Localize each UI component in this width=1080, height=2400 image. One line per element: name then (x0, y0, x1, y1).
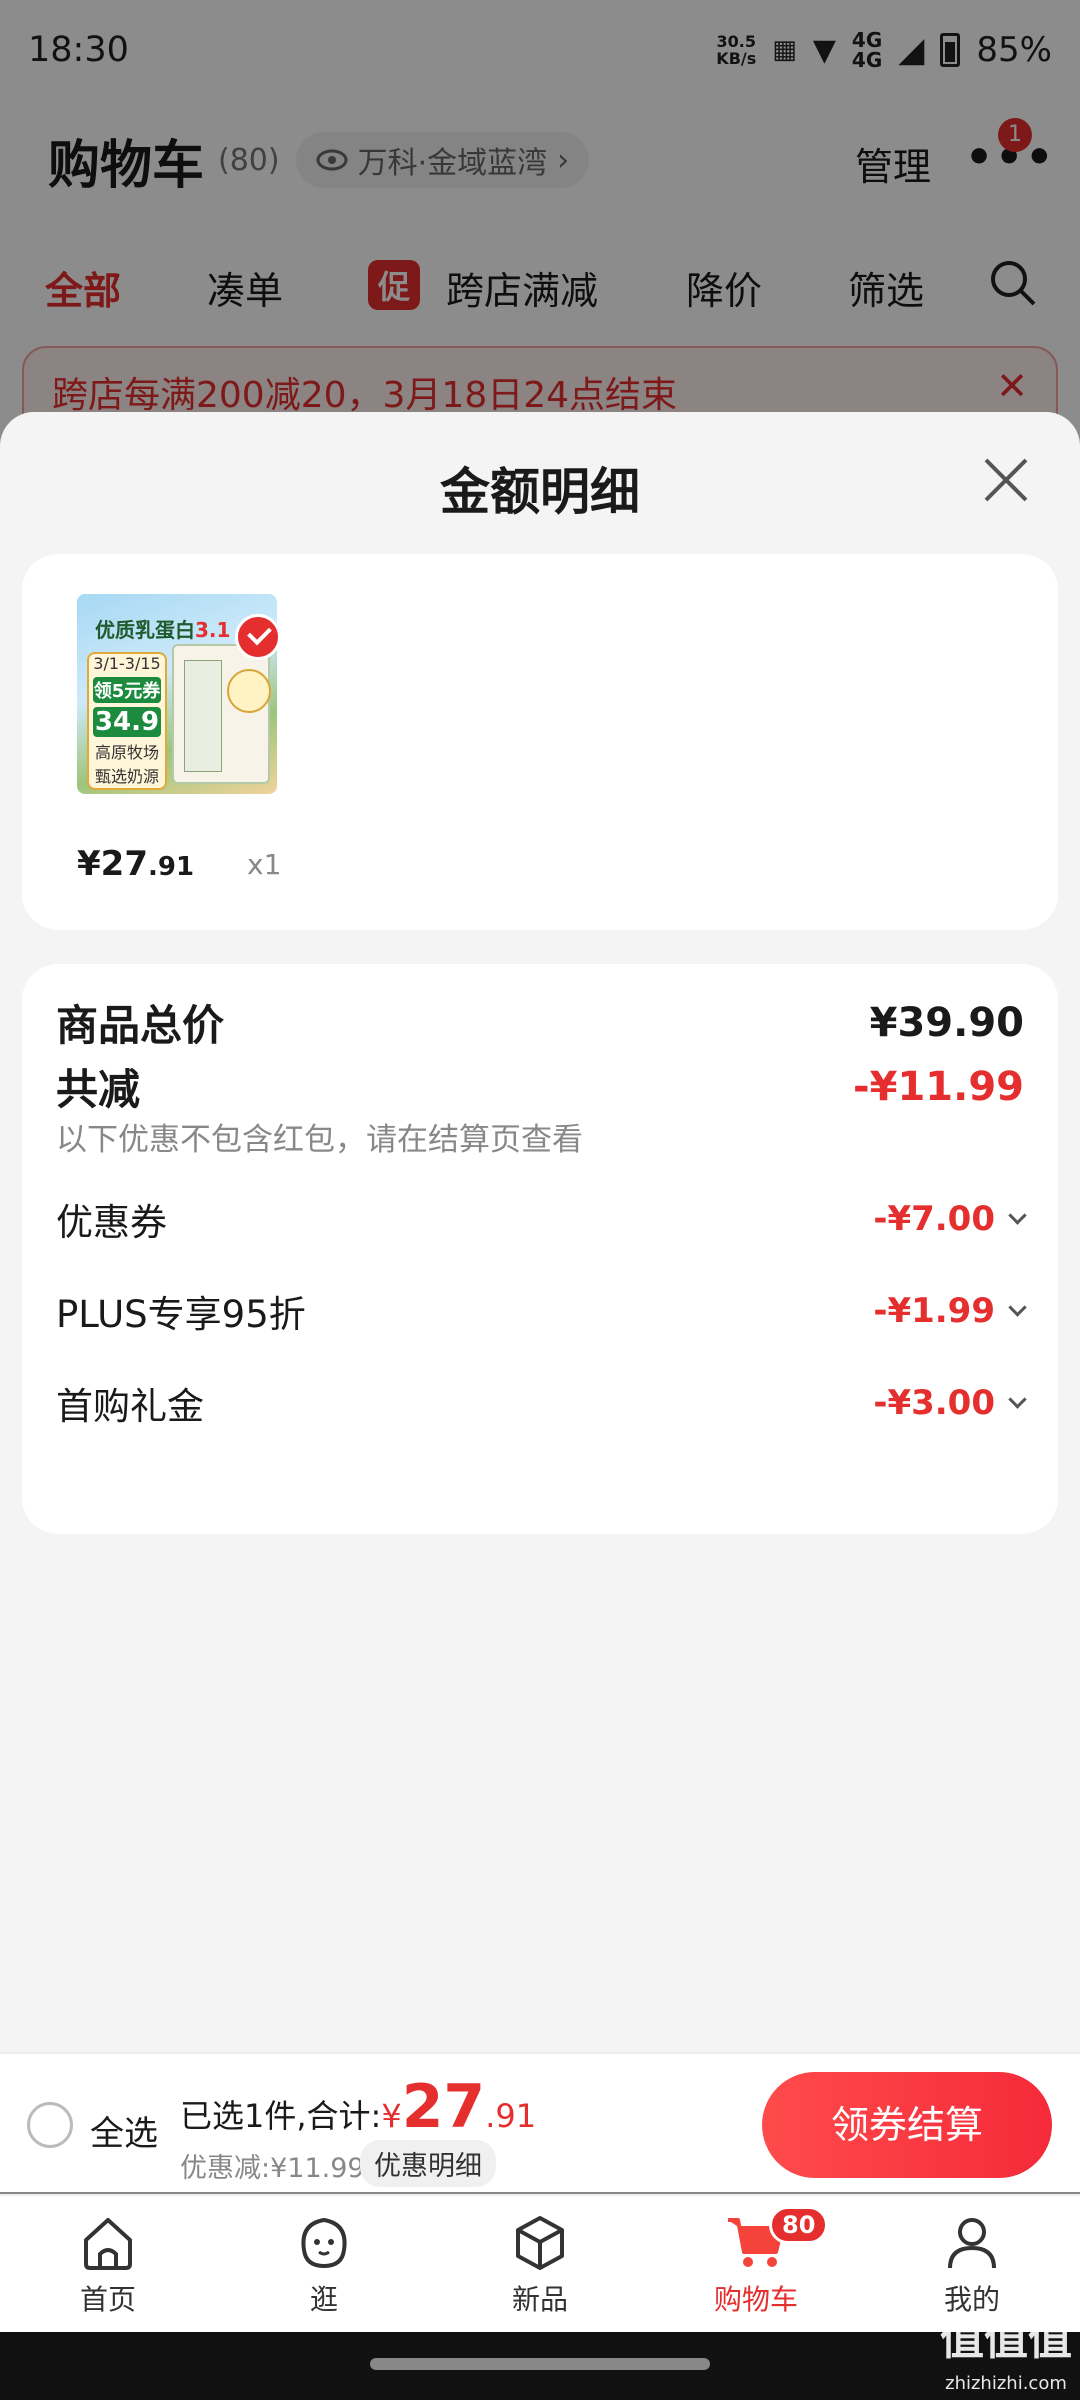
discount-summary: 优惠减:¥11.99 (180, 2153, 365, 2184)
select-all-label[interactable]: 全选 (90, 2106, 158, 2155)
discount-label: PLUS专享95折 (56, 1293, 306, 1336)
discount-item-plus[interactable]: PLUS专享95折 -¥1.99 (56, 1284, 1027, 1338)
discount-value: -¥1.99 (873, 1291, 1027, 1331)
discount-item-first-purchase[interactable]: 首购礼金 -¥3.00 (56, 1376, 1027, 1430)
mascot-icon (301, 2217, 347, 2269)
cart-badge: 80 (769, 2206, 829, 2244)
note-row: 以下优惠不包含红包，请在结算页查看 (56, 1114, 1024, 1159)
box-icon (516, 2216, 564, 2270)
home-icon (84, 2218, 132, 2270)
discount-value: -¥3.00 (873, 1383, 1027, 1423)
chevron-down-icon[interactable] (1008, 1297, 1027, 1317)
checkout-button[interactable]: 领券结算 (762, 2072, 1052, 2178)
total-summary: 已选1件,合计:¥27.91 (180, 2072, 537, 2142)
reduce-row: 共减 -¥11.99 (56, 1056, 1024, 1117)
nav-home[interactable]: 首页 (33, 2210, 183, 2318)
watermark-logo: 值值值 zhizhizhi.com (940, 2314, 1072, 2395)
reduce-value: -¥11.99 (853, 1063, 1024, 1110)
nav-browse[interactable]: 逛 (249, 2210, 399, 2318)
chevron-down-icon[interactable] (1008, 1389, 1027, 1409)
total-value: ¥39.90 (869, 999, 1024, 1046)
volume-badge (227, 669, 271, 713)
gesture-bar-area (0, 2332, 1080, 2400)
discount-note: 以下优惠不包含红包，请在结算页查看 (56, 1122, 583, 1158)
reduce-label: 共减 (56, 1065, 141, 1114)
price-breakdown-card: 商品总价 ¥39.90 共减 -¥11.99 以下优惠不包含红包，请在结算页查看… (22, 964, 1058, 1534)
product-card: 优质乳蛋白3.1 3/1-3/15 领5元券 34.9 高原牧场 甄选奶源 ¥2… (22, 554, 1058, 930)
bottom-nav: 首页 逛 新品 购物车 80 我的 (0, 2194, 1080, 2332)
nav-cart[interactable]: 购物车 80 (681, 2206, 831, 2318)
discount-label: 优惠券 (56, 1201, 167, 1244)
product-price: ¥27.91 (77, 844, 195, 884)
close-icon[interactable] (980, 454, 1032, 506)
product-quantity: x1 (247, 848, 282, 881)
discount-value: -¥7.00 (873, 1199, 1027, 1239)
amount-detail-sheet: 金额明细 优质乳蛋白3.1 3/1-3/15 领5元券 34.9 高原牧场 甄选… (0, 412, 1080, 2052)
checked-icon (235, 614, 281, 660)
total-label: 商品总价 (56, 1001, 225, 1050)
discount-detail-button[interactable]: 优惠明细 (360, 2140, 496, 2187)
checkout-bar: 全选 已选1件,合计:¥27.91 优惠减:¥11.99 优惠明细 领券结算 (0, 2052, 1080, 2192)
milk-carton-image (172, 644, 270, 784)
nav-new[interactable]: 新品 (465, 2210, 615, 2318)
discount-label: 首购礼金 (56, 1385, 204, 1428)
nav-profile[interactable]: 我的 (897, 2210, 1047, 2318)
image-headline: 优质乳蛋白3.1 (95, 618, 231, 642)
discount-item-coupon[interactable]: 优惠券 -¥7.00 (56, 1192, 1027, 1246)
user-icon (948, 2218, 996, 2269)
home-gesture-bar[interactable] (370, 2358, 710, 2370)
chevron-down-icon[interactable] (1008, 1205, 1027, 1225)
image-promo-box: 3/1-3/15 领5元券 34.9 高原牧场 甄选奶源 (87, 652, 167, 790)
select-all-radio[interactable] (27, 2102, 73, 2148)
total-row: 商品总价 ¥39.90 (56, 992, 1024, 1053)
sheet-title: 金额明细 (440, 463, 640, 521)
